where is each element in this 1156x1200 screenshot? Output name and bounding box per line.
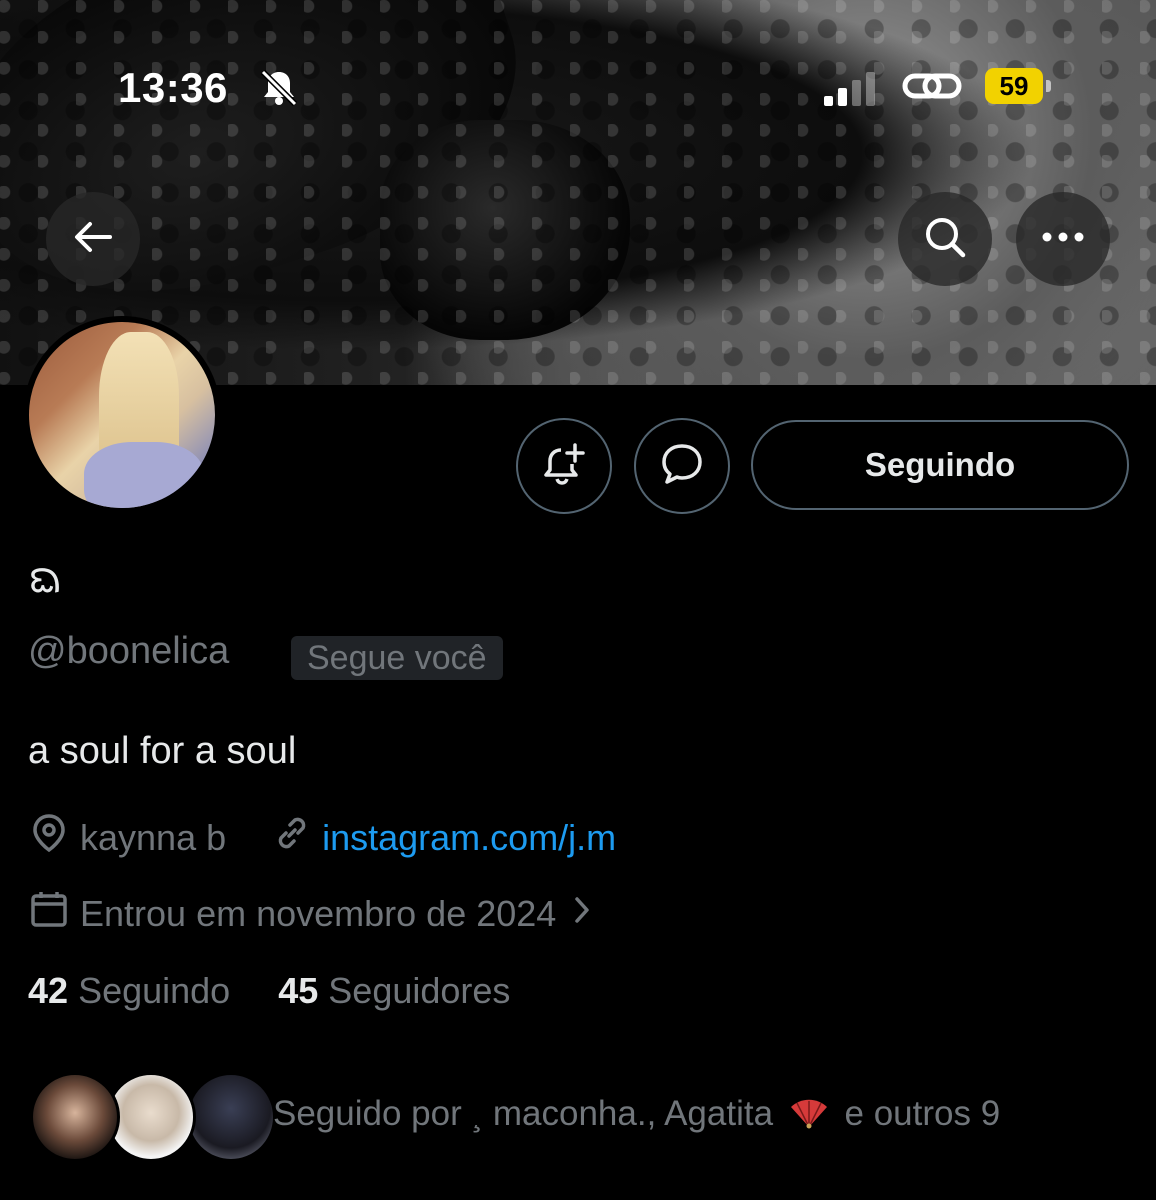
- display-name: ᨳ: [28, 553, 63, 602]
- search-button[interactable]: [898, 192, 992, 286]
- following-label: Seguindo: [78, 970, 231, 1011]
- link-icon: [902, 66, 962, 111]
- link-chain-icon: [272, 813, 322, 862]
- followed-by-others: e outros 9: [844, 1094, 1001, 1133]
- battery-level: 59: [999, 70, 1029, 101]
- handle: @boonelica: [28, 630, 230, 672]
- follower-avatar: [30, 1072, 120, 1162]
- chat-bubble-icon: [658, 440, 706, 493]
- following-count: 42: [28, 970, 69, 1011]
- arrow-left-icon: [72, 219, 114, 260]
- notify-button[interactable]: [516, 418, 612, 514]
- location-pin-icon: [28, 812, 80, 863]
- bell-slash-icon: [258, 68, 300, 113]
- message-button[interactable]: [634, 418, 730, 514]
- website-link[interactable]: instagram.com/j.m: [322, 817, 616, 859]
- followers-count: 45: [278, 970, 319, 1011]
- location-text: kaynna b: [80, 816, 227, 858]
- meta-location-website: kaynna b instagram.com/j.m: [28, 812, 616, 863]
- avatar-dress: [84, 442, 204, 508]
- joined-row[interactable]: Entrou em novembro de 2024: [28, 888, 602, 939]
- avatar[interactable]: [23, 316, 221, 514]
- following-button[interactable]: Seguindo: [751, 420, 1129, 510]
- followers-count-link[interactable]: 45 Seguidores: [278, 970, 510, 1011]
- search-icon: [921, 213, 969, 266]
- follows-you-badge: Segue você: [291, 636, 503, 680]
- followed-by-names: Seguido por ¸ maconha., Agatita: [273, 1094, 774, 1133]
- status-time: 13:36: [118, 64, 228, 111]
- battery-cap: [1046, 80, 1051, 92]
- chevron-right-icon: [572, 893, 602, 935]
- bell-plus-icon: [541, 441, 587, 492]
- more-horizontal-icon: [1041, 230, 1085, 248]
- fan-icon: [789, 1098, 829, 1129]
- bio: a soul for a soul: [28, 730, 297, 772]
- calendar-icon: [28, 888, 80, 939]
- status-bar: 13:36 59: [0, 0, 1156, 160]
- signal-icon: [824, 72, 875, 106]
- back-button[interactable]: [46, 192, 140, 286]
- more-button[interactable]: [1016, 192, 1110, 286]
- following-count-link[interactable]: 42 Seguindo: [28, 970, 230, 1011]
- followers-label: Seguidores: [328, 970, 511, 1011]
- followed-by-text[interactable]: Seguido por ¸ maconha., Agatita e outros…: [273, 1094, 1000, 1134]
- avatar-image: [29, 322, 215, 508]
- battery-icon: 59: [985, 68, 1043, 104]
- follow-counts: 42 Seguindo 45 Seguidores: [28, 970, 510, 1012]
- joined-text: Entrou em novembro de 2024: [80, 892, 557, 934]
- follower-avatar: [186, 1072, 276, 1162]
